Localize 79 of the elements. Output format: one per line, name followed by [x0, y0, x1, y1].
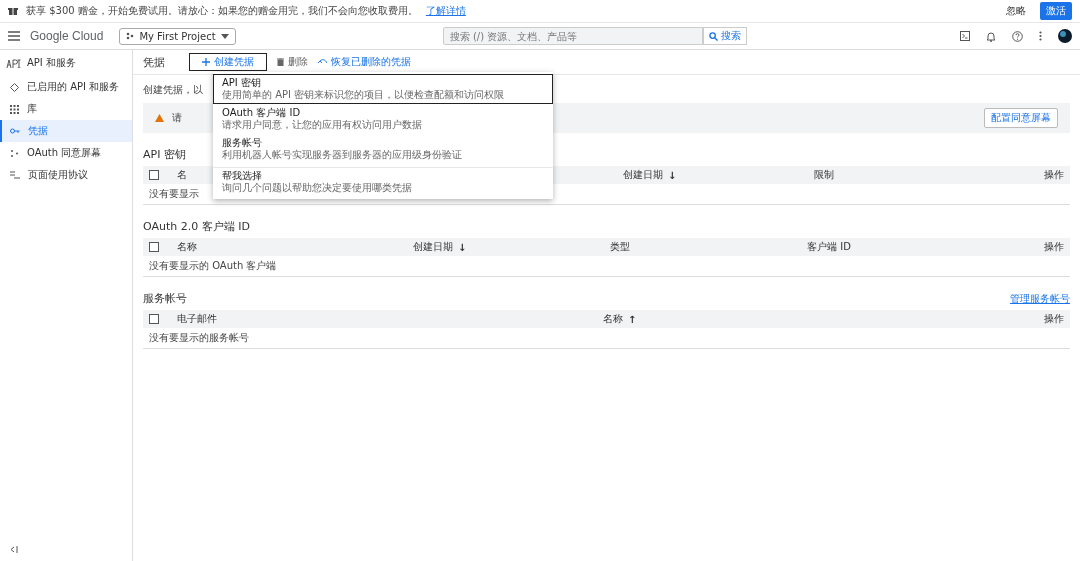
warning-text: 请 [172, 111, 182, 125]
api-icon [6, 58, 22, 68]
activate-button[interactable]: 激活 [1040, 2, 1072, 20]
sidebar-title: API 和服务 [27, 56, 76, 70]
search-field[interactable]: 搜索 (/) 资源、文档、产品等 [442, 27, 703, 45]
menu-item-description: 请求用户同意，让您的应用有权访问用户数据 [222, 119, 423, 131]
page-title: 凭据 [143, 54, 165, 70]
menu-item-title: 帮我选择 [222, 170, 263, 182]
column-header[interactable]: 电子邮件 [177, 312, 217, 326]
select-all-checkbox[interactable] [149, 242, 159, 252]
empty-table-message: 没有要显示 [149, 188, 199, 199]
sidebar-item[interactable]: OAuth 同意屏幕 [0, 142, 132, 164]
banner-text: 获享 $300 赠金，开始免费试用。请放心：如果您的赠金用完，我们不会向您收取费用。 [26, 4, 418, 18]
menu-item[interactable]: API 密钥 使用简单的 API 密钥来标识您的项目，以便检查配额和访问权限 [213, 74, 553, 104]
select-all-checkbox[interactable] [149, 314, 159, 324]
column-header[interactable]: 名称 [177, 240, 197, 254]
sidebar-item[interactable]: 凭据 [0, 120, 132, 142]
delete-button[interactable]: 删除 [277, 55, 308, 69]
search-icon [708, 31, 718, 41]
dismiss-button[interactable]: 忽略 [1000, 2, 1032, 20]
menu-item-title: API 密钥 [222, 77, 262, 89]
sidebar-item[interactable]: 已启用的 API 和服务 [0, 76, 132, 98]
menu-item-description: 使用简单的 API 密钥来标识您的项目，以便检查配额和访问权限 [222, 89, 506, 101]
menu-item[interactable]: 服务帐号 利用机器人帐号实现服务器到服务器的应用级身份验证 [213, 134, 553, 164]
plus-icon [202, 58, 210, 66]
manage-service-accounts-link[interactable]: 管理服务帐号 [1010, 291, 1070, 306]
column-header[interactable]: 类型 [610, 240, 630, 254]
column-header[interactable]: 名 [177, 168, 187, 182]
avatar[interactable] [1058, 29, 1072, 43]
dots-icon [10, 148, 19, 158]
gift-icon [8, 6, 18, 16]
more-icon[interactable] [1039, 31, 1042, 41]
column-header[interactable]: 操作 [1044, 240, 1064, 254]
trash-icon [277, 58, 284, 66]
select-all-checkbox[interactable] [149, 170, 159, 180]
list-icon [10, 171, 20, 179]
configure-consent-button[interactable]: 配置同意屏幕 [984, 108, 1058, 128]
search-button[interactable]: 搜索 [702, 27, 747, 45]
column-header[interactable]: 操作 [1044, 312, 1064, 326]
column-header[interactable]: 创建日期 [623, 168, 663, 182]
column-header[interactable]: 限制 [813, 168, 834, 182]
caret-icon [220, 33, 229, 39]
column-header[interactable]: 名称 [603, 312, 623, 326]
sort-arrow[interactable]: ↓ [458, 241, 467, 253]
project-icon [126, 32, 135, 40]
logo[interactable]: Google Cloud [30, 29, 104, 43]
empty-table-message: 没有要显示的 OAuth 客户端 [149, 260, 277, 271]
menu-item-description: 询问几个问题以帮助您决定要使用哪类凭据 [222, 182, 413, 194]
diamond-icon [10, 82, 19, 92]
sort-arrow[interactable]: ↑ [628, 313, 637, 325]
column-header[interactable]: 操作 [1044, 168, 1064, 182]
menu-item-title: OAuth 客户端 ID [222, 107, 302, 119]
undo-icon [318, 59, 327, 65]
key-icon [10, 128, 20, 134]
column-header[interactable]: 客户端 ID [807, 240, 851, 254]
column-header[interactable]: 创建日期 [413, 240, 453, 254]
warning-icon [155, 114, 164, 122]
project-picker[interactable]: My First Project [119, 27, 236, 45]
restore-button[interactable]: 恢复已删除的凭据 [318, 55, 411, 69]
intro-text: 创建凭据，以 [143, 83, 203, 97]
collapse-icon[interactable] [10, 546, 18, 553]
sidebar-item[interactable]: 页面使用协议 [0, 164, 132, 186]
menu-item-title: 服务帐号 [222, 137, 263, 149]
help-icon[interactable] [1012, 30, 1023, 42]
sidebar-item[interactable]: 库 [0, 98, 132, 120]
menu-item[interactable]: OAuth 客户端 ID 请求用户同意，让您的应用有权访问用户数据 [213, 104, 553, 134]
terminal-icon[interactable] [960, 31, 970, 41]
menu-item[interactable]: 帮我选择 询问几个问题以帮助您决定要使用哪类凭据 [213, 167, 553, 197]
empty-table-message: 没有要显示的服务帐号 [149, 332, 249, 343]
create-credentials-button[interactable]: 创建凭据 [189, 53, 267, 71]
section-title: OAuth 2.0 客户端 ID [143, 219, 250, 234]
bell-icon[interactable] [986, 30, 996, 42]
section-title: API 密钥 [143, 147, 186, 162]
menu-item-description: 利用机器人帐号实现服务器到服务器的应用级身份验证 [222, 149, 463, 161]
section-title: 服务帐号 [143, 291, 187, 306]
menu-icon[interactable] [8, 31, 20, 41]
grid-icon [10, 104, 19, 114]
learn-more-link[interactable]: 了解详情 [425, 4, 466, 18]
sort-arrow[interactable]: ↓ [668, 169, 677, 181]
